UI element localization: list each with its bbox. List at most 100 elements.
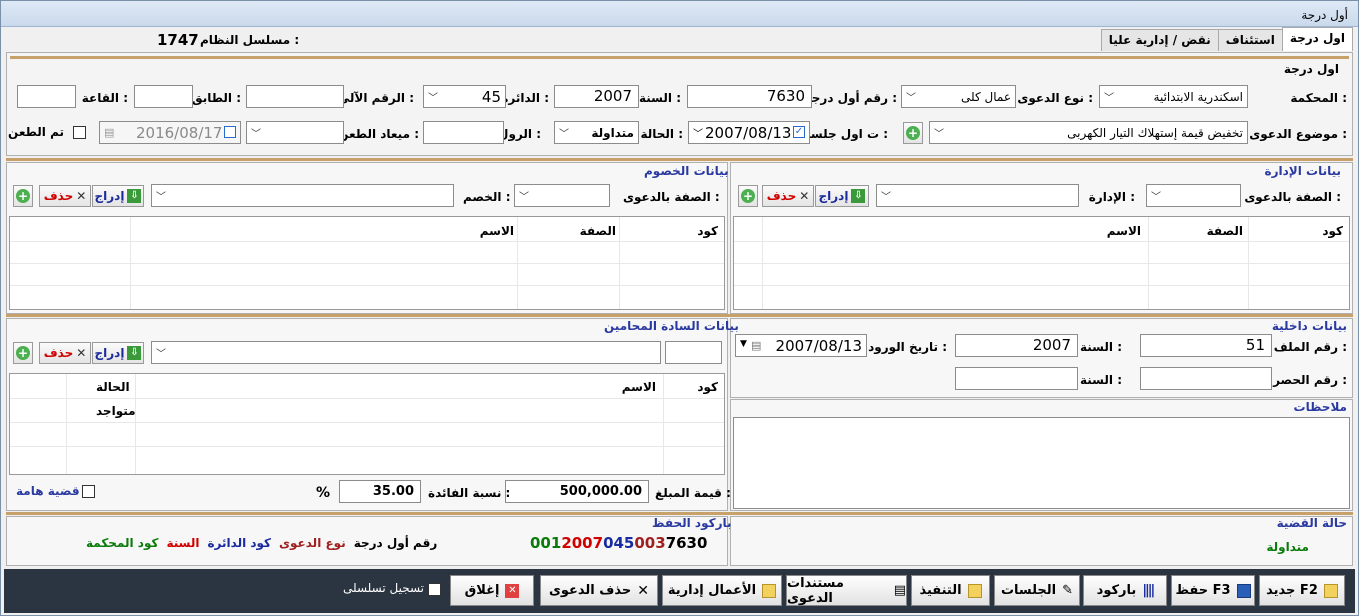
lawyer-code-input[interactable] (665, 341, 722, 364)
add-subject-button[interactable]: + (903, 122, 923, 144)
opponents-delete-button[interactable]: حذف ✕ (39, 185, 91, 207)
notes-textarea[interactable] (733, 417, 1350, 509)
important-checkbox[interactable] (82, 485, 95, 498)
roll-input[interactable] (423, 121, 504, 144)
new-document-icon (967, 583, 982, 598)
opponents-insert-button[interactable]: إدراج ⇩ (92, 185, 144, 207)
inventory-no-label: رقم الحصر : (1273, 373, 1347, 387)
file-no-label: رقم الملف : (1273, 340, 1347, 354)
chevron-down-icon: ﹀ (934, 129, 944, 140)
column-header: الاسم (479, 224, 514, 238)
close-button[interactable]: ✕ إغلاق (450, 575, 534, 606)
sessions-button[interactable]: ✎ الجلسات (994, 575, 1080, 606)
case-no-input[interactable]: 7630 (687, 85, 812, 108)
admin-add-button[interactable]: + (738, 185, 758, 207)
opponents-add-button[interactable]: + (13, 185, 33, 207)
subject-select[interactable]: ﹀ تخفيض قيمة إستهلاك التيار الكهربى (929, 121, 1248, 144)
window-title: أول درجة (1301, 8, 1348, 22)
floor-input[interactable] (134, 85, 193, 108)
date-checkbox[interactable] (224, 126, 236, 138)
down-arrow-icon: ⇩ (127, 189, 142, 203)
chevron-down-icon: ﹀ (906, 93, 916, 104)
barcode-part: 001 (530, 534, 562, 552)
hall-label: القاعة : (81, 91, 128, 105)
tab-cassation[interactable]: نقض / إدارية عليا (1100, 29, 1219, 51)
lawyer-status-cell: متواجد (96, 404, 136, 418)
chevron-down-icon: ﹀ (156, 349, 166, 360)
tab-appeal[interactable]: استئناف (1217, 29, 1283, 51)
admin-grid[interactable]: كود الصفة الاسم (733, 216, 1350, 310)
column-header: كود (697, 380, 718, 394)
circuit-select[interactable]: ﹀ 45 (423, 85, 506, 108)
appeal-date-picker[interactable]: ▤ 2016/08/17 (99, 121, 241, 144)
opponents-grid[interactable]: كود الصفة الاسم (9, 216, 725, 310)
lawyers-delete-button[interactable]: حذف ✕ (39, 342, 91, 364)
barcode-button[interactable]: |||| باركود (1083, 575, 1167, 606)
column-header: الاسم (621, 380, 656, 394)
amount-input[interactable]: 500,000.00 (505, 480, 649, 503)
internal-title: بيانات داخلية (1271, 319, 1347, 333)
document-icon: ▤ (893, 583, 906, 598)
barcode-icon: |||| (1142, 583, 1155, 598)
close-icon: ✕ (637, 582, 650, 599)
lawyers-grid[interactable]: كود الاسم الحالة متواجد (9, 373, 725, 475)
opponents-capacity-select[interactable]: ﹀ (514, 184, 610, 207)
status-select[interactable]: ﹀ متداولة (554, 121, 639, 144)
divider (10, 56, 1349, 59)
internal-year-input[interactable]: 2007 (955, 334, 1078, 357)
lawyers-insert-button[interactable]: إدراج ⇩ (92, 342, 144, 364)
check-icon[interactable]: ✓ (793, 126, 805, 138)
barcode-legend-item: كود الدائرة (207, 536, 272, 550)
title-bar: أول درجة (1, 1, 1358, 27)
inventory-year-input[interactable] (955, 367, 1078, 390)
admin-label: الإدارة : (1088, 190, 1135, 204)
delete-case-button[interactable]: ✕ حذف الدعوى (540, 575, 658, 606)
case-type-select[interactable]: ﹀ عمال كلى (901, 85, 1016, 108)
hall-input[interactable] (17, 85, 76, 108)
inventory-no-input[interactable] (1140, 367, 1272, 390)
interest-input[interactable]: 35.00 (339, 480, 421, 503)
inventory-year-label: السنة : (1080, 373, 1122, 387)
court-select[interactable]: ﹀ اسكندرية الابتدائية (1099, 85, 1248, 108)
new-button[interactable]: جديد F2 (1259, 575, 1345, 606)
grid-line (734, 241, 1349, 242)
barcode-part: 7630 (665, 534, 708, 552)
first-session-label: ت اول جلسة : (803, 127, 888, 141)
save-button[interactable]: حفظ F3 (1171, 575, 1255, 606)
serial-label: مسلسل النظام : (200, 33, 300, 47)
documents-button[interactable]: ▤ مستندات الدعوى (786, 575, 907, 606)
admin-insert-button[interactable]: إدراج ⇩ (815, 185, 869, 207)
calendar-icon: ▤ (104, 126, 115, 139)
new-document-icon (762, 583, 777, 598)
file-no-input[interactable]: 51 (1140, 334, 1272, 357)
admin-title: بيانات الإدارة (1264, 164, 1341, 178)
appeal-date-select[interactable]: ﹀ (246, 121, 344, 144)
lawyer-select[interactable]: ﹀ (151, 341, 661, 364)
divider (6, 158, 1353, 161)
lawyers-add-button[interactable]: + (13, 342, 33, 364)
admin-delete-button[interactable]: حذف ✕ (762, 185, 814, 207)
subject-label: موضوع الدعوى : (1249, 127, 1347, 141)
year-input[interactable]: 2007 (554, 85, 639, 108)
admin-select[interactable]: ﹀ (876, 184, 1079, 207)
appealed-checkbox[interactable] (73, 126, 86, 139)
save-icon (1236, 583, 1251, 598)
admin-capacity-label: الصفة بالدعوى : (1244, 190, 1341, 204)
admin-work-button[interactable]: الأعمال إدارية (662, 575, 782, 606)
grid-line (10, 241, 724, 242)
admin-capacity-select[interactable]: ﹀ (1146, 184, 1241, 207)
arrival-date-picker[interactable]: ▼ ▤ 2007/08/13 (735, 334, 867, 357)
opponent-select[interactable]: ﹀ (151, 184, 454, 207)
column-header: الصفة (579, 224, 616, 238)
barcode-part: 003 (634, 534, 666, 552)
auto-no-input[interactable] (246, 85, 344, 108)
calendar-icon: ▤ (751, 339, 762, 352)
chevron-down-icon: ﹀ (1151, 192, 1161, 203)
first-degree-title: اول درجة (1283, 62, 1339, 76)
serial-record-checkbox[interactable] (428, 583, 441, 596)
execution-button[interactable]: التنفيذ (911, 575, 990, 606)
tab-first-degree[interactable]: اول درجة (1281, 27, 1353, 51)
amount-label: قيمة المبلغ : (655, 486, 731, 500)
first-session-date[interactable]: ﹀ 2007/08/13 ✓ (688, 121, 810, 144)
grid-line (734, 285, 1349, 286)
